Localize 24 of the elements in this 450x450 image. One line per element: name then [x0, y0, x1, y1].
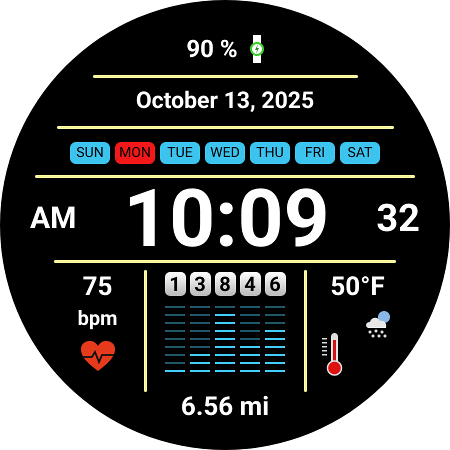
thermometer-icon [322, 332, 344, 376]
weekday-tab[interactable]: FRI [295, 142, 335, 164]
step-digit: 3 [190, 272, 210, 296]
heart-pulse-icon [80, 340, 116, 372]
distance-value: 6.56 mi [180, 394, 270, 420]
battery-reading: 90 % [186, 37, 238, 61]
weekday-tab[interactable]: TUE [160, 142, 200, 164]
weekday-tab[interactable]: WED [205, 142, 245, 164]
heart-rate-value: 75 [82, 274, 112, 300]
am-pm-label: AM [30, 204, 76, 234]
seconds-label: 32 [376, 200, 420, 238]
clock-time: 10:09 [123, 179, 330, 259]
heart-rate-unit: bpm [78, 308, 118, 328]
date: October 13, 2025 [136, 89, 314, 112]
step-digit: 8 [214, 272, 236, 296]
step-digit: 1 [164, 272, 186, 296]
step-digit: 6 [264, 272, 286, 296]
weekday-tab[interactable]: THU [250, 142, 290, 164]
weekday-tab[interactable]: SAT [340, 142, 380, 164]
temperature-value: 50°F [330, 274, 385, 300]
weekday-tab[interactable]: SUN [70, 142, 110, 164]
step-digit: 4 [240, 272, 260, 296]
weekday-tab[interactable]: MON [115, 142, 155, 164]
snow-cloud-icon [364, 310, 390, 338]
